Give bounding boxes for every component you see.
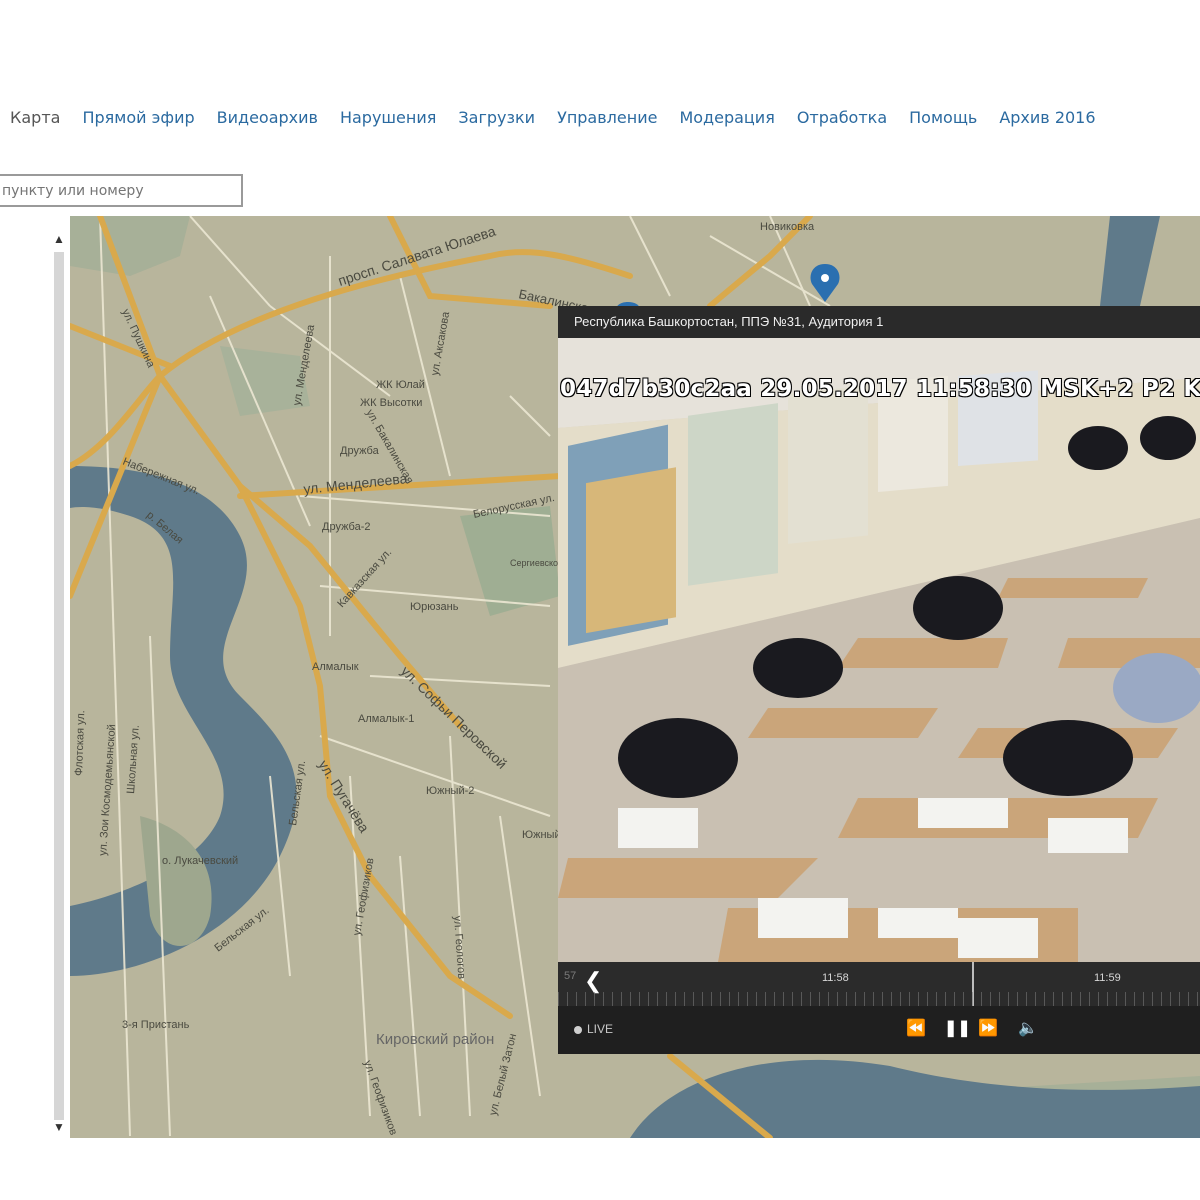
scrollbar-thumb[interactable] bbox=[54, 252, 64, 1120]
player-title: Республика Башкортостан, ППЭ №31, Аудито… bbox=[558, 306, 1200, 338]
map-label: Флотская ул. bbox=[73, 710, 87, 776]
search-input[interactable] bbox=[0, 174, 243, 207]
nav-live[interactable]: Прямой эфир bbox=[82, 108, 194, 127]
nav-downloads[interactable]: Загрузки bbox=[458, 108, 535, 127]
map-label: Дружба bbox=[340, 445, 380, 457]
live-indicator[interactable]: LIVE bbox=[574, 1022, 613, 1036]
map-label: Южный-2 bbox=[426, 785, 474, 797]
video-timeline[interactable]: 57 ❮ 11:58 11:59 bbox=[558, 962, 1200, 1006]
map-label: Алмалык bbox=[312, 661, 359, 673]
nav-violations[interactable]: Нарушения bbox=[340, 108, 436, 127]
nav-video-archive[interactable]: Видеоархив bbox=[217, 108, 318, 127]
nav-archive-2016[interactable]: Архив 2016 bbox=[999, 108, 1095, 127]
map-label: Дружба-2 bbox=[322, 521, 371, 533]
map-label: 3-я Пристань bbox=[122, 1019, 190, 1031]
scroll-up-icon[interactable]: ▲ bbox=[50, 230, 68, 248]
live-dot-icon bbox=[574, 1025, 582, 1034]
timeline-edge-label: 57 bbox=[564, 970, 577, 982]
nav-processing[interactable]: Отработка bbox=[797, 108, 887, 127]
map-label: о. Лукачевский bbox=[162, 855, 238, 867]
map-label: Новиковка bbox=[760, 221, 815, 233]
video-frame[interactable]: 047d7b30c2aa 29.05.2017 11:58:30 MSK+2 P… bbox=[558, 338, 1200, 962]
map-label: ЖК Высотки bbox=[360, 397, 422, 409]
nav-map[interactable]: Карта bbox=[10, 108, 60, 127]
classroom-video bbox=[558, 338, 1200, 962]
live-label: LIVE bbox=[587, 1022, 614, 1036]
fast-forward-icon[interactable]: ⏩ bbox=[978, 1018, 998, 1038]
volume-icon[interactable]: 🔈 bbox=[1018, 1018, 1038, 1038]
player-controls: LIVE ⏪ ❚❚ ⏩ 🔈 bbox=[558, 1006, 1200, 1054]
scroll-down-icon[interactable]: ▼ bbox=[50, 1118, 68, 1136]
map-label: Юрюзань bbox=[410, 601, 459, 613]
map-label: Южный bbox=[522, 829, 561, 841]
nav-moderation[interactable]: Модерация bbox=[679, 108, 774, 127]
timeline-tick: 11:59 bbox=[1094, 972, 1121, 984]
timeline-back-icon[interactable]: ❮ bbox=[584, 970, 602, 992]
map-label: Алмалык-1 bbox=[358, 713, 414, 725]
video-timestamp-overlay: 047d7b30c2aa 29.05.2017 11:58:30 MSK+2 P… bbox=[560, 376, 1200, 402]
map-label: Кировский район bbox=[376, 1031, 494, 1048]
pause-icon[interactable]: ❚❚ bbox=[944, 1018, 971, 1038]
timeline-tick: 11:58 bbox=[822, 972, 849, 984]
video-player[interactable]: Республика Башкортостан, ППЭ №31, Аудито… bbox=[558, 306, 1200, 1054]
timeline-ruler[interactable] bbox=[558, 992, 1200, 1006]
list-scrollbar[interactable]: ▲ ▼ bbox=[50, 230, 68, 1138]
nav-management[interactable]: Управление bbox=[557, 108, 657, 127]
map-label: ЖК Юлай bbox=[376, 379, 425, 391]
rewind-icon[interactable]: ⏪ bbox=[906, 1018, 926, 1038]
nav-help[interactable]: Помощь bbox=[909, 108, 977, 127]
main-nav: Карта Прямой эфир Видеоархив Нарушения З… bbox=[10, 104, 1096, 130]
